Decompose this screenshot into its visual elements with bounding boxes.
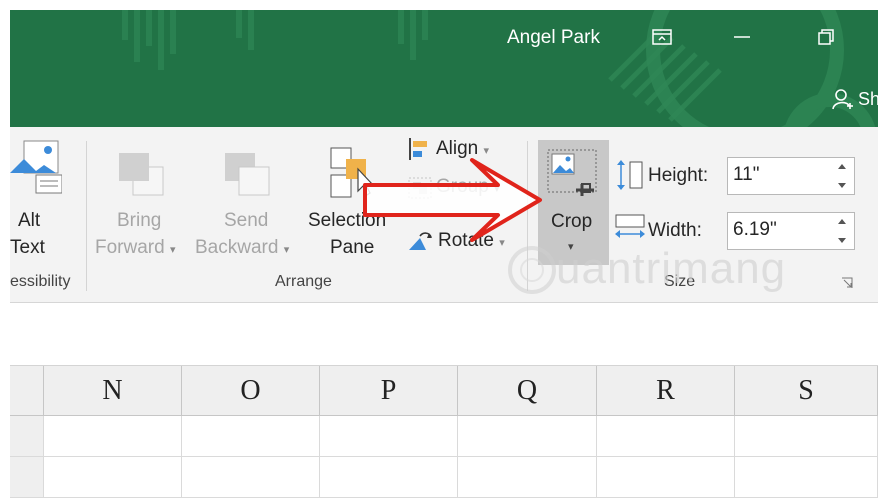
title-bar: Angel Park Sh	[10, 10, 878, 127]
group-objects-icon	[408, 177, 432, 199]
selection-pane-label-line2: Pane	[330, 237, 375, 258]
excel-window: Angel Park Sh Alt Text essibility Bring …	[10, 10, 878, 502]
table-cell[interactable]	[320, 457, 458, 498]
column-header-blank	[10, 366, 44, 416]
size-dialog-launcher-icon[interactable]	[841, 277, 853, 289]
table-cell[interactable]	[182, 416, 320, 457]
width-label: Width:	[648, 220, 702, 241]
column-header-q[interactable]: Q	[458, 366, 597, 416]
row-header[interactable]	[10, 457, 44, 498]
spin-down-icon[interactable]	[838, 238, 846, 243]
selection-pane-label-line1: Selection	[308, 210, 387, 231]
group-separator	[527, 141, 528, 291]
shape-width-icon	[615, 214, 645, 238]
alt-text-icon	[10, 140, 62, 194]
height-spin-arrows[interactable]	[838, 162, 846, 190]
ribbon-display-options-button[interactable]	[648, 24, 676, 50]
height-label: Height:	[648, 165, 709, 186]
send-backward-icon	[225, 153, 270, 196]
send-backward-label-line2: Backward ▾	[195, 237, 290, 258]
accessibility-group-label: essibility	[10, 273, 71, 290]
table-cell[interactable]	[597, 457, 735, 498]
rotate-label: Rotate	[438, 230, 494, 251]
bring-forward-icon	[119, 153, 164, 196]
rotate-icon	[409, 232, 432, 250]
user-name[interactable]: Angel Park	[507, 27, 600, 49]
row-header[interactable]	[10, 416, 44, 457]
align-label: Align	[436, 138, 479, 159]
spin-up-icon[interactable]	[838, 219, 846, 224]
table-cell[interactable]	[44, 416, 182, 457]
minimize-button[interactable]	[728, 24, 756, 50]
restore-button[interactable]	[812, 24, 840, 50]
width-spin-arrows[interactable]	[838, 217, 846, 245]
watermark-text: uantrimang	[556, 244, 787, 293]
column-header-n[interactable]: N	[44, 366, 182, 416]
share-person-icon	[832, 89, 853, 110]
width-value[interactable]: 6.19"	[733, 219, 777, 241]
chevron-down-icon: ▾	[483, 145, 490, 157]
bring-forward-label-line1: Bring	[117, 210, 162, 231]
shape-height-icon	[617, 160, 643, 190]
spin-down-icon[interactable]	[838, 183, 846, 188]
table-cell[interactable]	[320, 416, 458, 457]
crop-label: Crop	[551, 211, 593, 232]
column-header-p[interactable]: P	[320, 366, 458, 416]
chevron-down-icon: ▾	[169, 244, 176, 256]
table-cell[interactable]	[44, 457, 182, 498]
column-header-s[interactable]: S	[735, 366, 878, 416]
table-cell[interactable]	[458, 416, 597, 457]
alt-text-label-line1: Alt	[18, 210, 41, 231]
spin-up-icon[interactable]	[838, 164, 846, 169]
align-icon	[409, 138, 427, 160]
crop-icon	[547, 149, 597, 196]
selection-pane-icon	[330, 147, 375, 198]
chevron-down-icon: ▾	[283, 244, 290, 256]
formula-bar-area	[10, 303, 878, 366]
alt-text-label-line2: Text	[10, 237, 45, 258]
ribbon-display-options-icon	[652, 29, 672, 45]
table-cell[interactable]	[735, 457, 878, 498]
group-separator	[86, 141, 87, 291]
table-cell[interactable]	[458, 457, 597, 498]
height-stepper[interactable]: 11"	[727, 157, 855, 195]
group-label: Group	[436, 176, 489, 197]
chevron-down-icon: ▾	[499, 237, 505, 249]
restore-down-icon	[818, 29, 834, 45]
minimize-icon	[734, 36, 750, 38]
column-header-r[interactable]: R	[597, 366, 735, 416]
table-cell[interactable]	[182, 457, 320, 498]
column-header-o[interactable]: O	[182, 366, 320, 416]
table-cell[interactable]	[735, 416, 878, 457]
table-cell[interactable]	[597, 416, 735, 457]
chevron-down-icon: ▾	[494, 183, 500, 195]
height-value[interactable]: 11"	[733, 164, 759, 186]
send-backward-label-line1: Send	[224, 210, 269, 231]
bring-forward-label-line2: Forward ▾	[95, 237, 176, 258]
share-label: Sh	[858, 88, 878, 109]
share-button[interactable]: Sh	[832, 88, 878, 110]
arrange-group-label: Arrange	[275, 273, 332, 290]
